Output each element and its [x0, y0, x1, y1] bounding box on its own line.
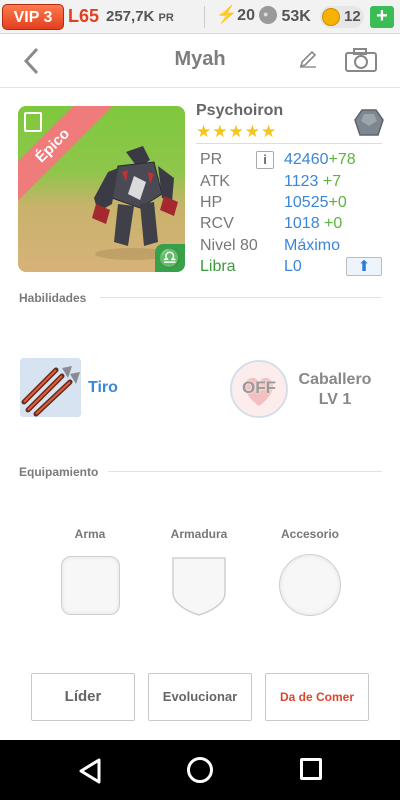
document-icon[interactable]: [24, 112, 42, 132]
status-bar: VIP 3 L65 257,7K PR ⚡20 53K 12 +: [0, 0, 400, 34]
info-button[interactable]: i: [256, 151, 274, 169]
libra-zodiac-icon: ♎: [155, 244, 185, 272]
stat-label: RCV: [200, 215, 234, 232]
vip-badge[interactable]: VIP 3: [2, 4, 64, 30]
armor-slot[interactable]: [170, 555, 228, 617]
element-label: Libra: [200, 258, 236, 275]
section-title-abilities: Habilidades: [19, 291, 87, 305]
page-header: Myah: [0, 34, 400, 88]
leader-skill-info: Caballero LV 1: [290, 370, 380, 410]
system-navigation-bar: [0, 740, 400, 800]
stat-bonus: +0: [328, 194, 347, 211]
stat-label: HP: [200, 194, 223, 211]
section-title-equipment: Equipamiento: [19, 465, 99, 479]
leader-name: Caballero: [298, 371, 372, 388]
page-title: Myah: [174, 48, 226, 70]
slot-label-weapon: Arma: [74, 527, 106, 541]
stat-number: 1123: [284, 173, 319, 190]
food-value: 53K: [281, 8, 311, 25]
stat-number: 1018: [284, 215, 320, 232]
stat-value: 1018 +0: [284, 213, 342, 235]
player-level: L65: [68, 6, 100, 26]
food-icon: [259, 6, 277, 24]
skill-arrows-icon[interactable]: [20, 358, 81, 417]
stat-number: 10525: [284, 194, 329, 211]
divider: [100, 297, 382, 298]
stat-label: ATK: [200, 173, 230, 190]
stat-number: 42460: [284, 151, 329, 168]
leader-off-label: OFF: [242, 378, 276, 397]
level-label: Nivel 80: [200, 237, 258, 254]
coin-counter[interactable]: 12: [320, 6, 364, 28]
element-gem-icon[interactable]: [353, 108, 385, 143]
upgrade-arrow-button[interactable]: ⬆: [346, 257, 382, 276]
stat-row-element: Libra L0 ⬆: [200, 256, 390, 278]
energy-value: 20: [237, 7, 255, 24]
evolve-button[interactable]: Evolucionar: [148, 673, 252, 721]
coin-value: 12: [344, 8, 361, 25]
leader-skill-toggle[interactable]: OFF: [230, 360, 288, 418]
coin-icon: [322, 8, 340, 26]
leader-button[interactable]: Líder: [31, 673, 135, 721]
divider: [204, 6, 205, 28]
stat-bonus: +0: [324, 215, 343, 232]
slot-label-armor: Armadura: [170, 527, 228, 541]
nav-recent-apps-icon[interactable]: [300, 758, 322, 780]
divider: [108, 471, 382, 472]
stat-value: 42460+78: [284, 149, 356, 171]
level-value: Máximo: [284, 237, 341, 254]
stat-row-hp: HP 10525+0: [200, 192, 390, 214]
stat-value: 1123 +7: [284, 171, 341, 193]
stat-row-atk: ATK 1123 +7: [200, 171, 390, 193]
edit-pencil-icon[interactable]: [298, 49, 318, 74]
nav-home-icon[interactable]: [187, 757, 213, 783]
nav-back-icon[interactable]: [78, 758, 102, 784]
rating-stars: ★★★★★: [196, 122, 278, 141]
stat-bonus: +7: [322, 173, 342, 190]
accessory-slot[interactable]: [279, 554, 341, 616]
stat-row-pr: PR i 42460+78: [200, 149, 390, 171]
power-rating: 257,7K PR: [106, 8, 174, 25]
skill-name[interactable]: Tiro: [88, 379, 118, 397]
camera-icon[interactable]: [344, 47, 378, 78]
energy-bolt-icon: ⚡: [216, 5, 238, 24]
food-counter[interactable]: 53K: [259, 6, 311, 26]
stat-row-rcv: RCV 1018 +0: [200, 213, 390, 235]
monster-name: Psychoiron: [196, 102, 284, 119]
stat-row-level: Nivel 80 Máximo: [200, 235, 390, 257]
stat-value: 10525+0: [284, 192, 347, 214]
stat-label: PR: [200, 151, 223, 168]
divider: [196, 143, 382, 144]
slot-label-accessory: Accesorio: [280, 527, 340, 541]
power-unit: PR: [158, 12, 174, 24]
power-value: 257,7K: [106, 8, 155, 25]
weapon-slot[interactable]: [61, 556, 120, 615]
energy-counter[interactable]: ⚡20: [216, 5, 255, 25]
add-currency-button[interactable]: +: [370, 6, 394, 28]
monster-portrait[interactable]: Épico ♎: [18, 106, 185, 272]
stat-bonus: +78: [328, 151, 356, 168]
leader-level: LV 1: [318, 391, 352, 408]
feed-button[interactable]: Da de Comer: [265, 673, 369, 721]
rank-value: L0: [284, 258, 302, 275]
